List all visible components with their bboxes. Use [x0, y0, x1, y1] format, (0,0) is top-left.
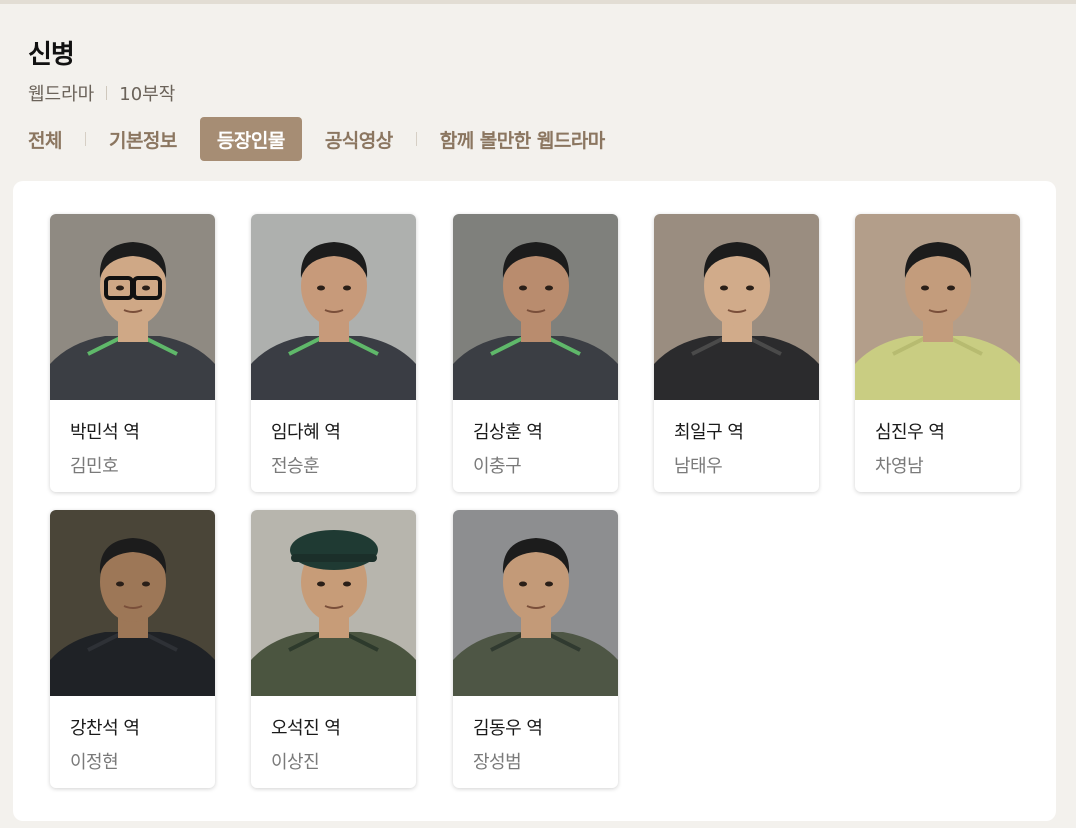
portrait-graphic: [654, 214, 819, 400]
role-name: 김상훈 역: [473, 422, 543, 443]
role-name: 김동우 역: [473, 718, 543, 739]
cast-card[interactable]: 최일구 역남태우: [654, 214, 819, 492]
cast-card[interactable]: 김상훈 역이충구: [453, 214, 618, 492]
tab-bar: 전체 기본정보 등장인물 공식영상 함께 볼만한 웹드라마: [28, 117, 605, 161]
episodes-label: 10부작: [119, 84, 176, 105]
cast-photo: [855, 214, 1020, 400]
cast-card[interactable]: 임다혜 역전승훈: [251, 214, 416, 492]
role-name: 오석진 역: [271, 718, 341, 739]
tab-official-videos[interactable]: 공식영상: [325, 117, 393, 161]
cast-panel: 박민석 역 김민호 임다혜 역 전승훈 김상훈 역 이충구 최일구 역 남태우 심진우 역 차영남…: [13, 181, 1056, 821]
cast-card[interactable]: 심진우 역차영남: [855, 214, 1020, 492]
portrait-graphic: [251, 214, 416, 400]
cast-card[interactable]: 김동우 역장성범: [453, 510, 618, 788]
portrait-graphic: [453, 214, 618, 400]
cast-photo: [453, 214, 618, 400]
actor-name: 김민호: [70, 456, 119, 477]
cast-card[interactable]: 박민석 역김민호: [50, 214, 215, 492]
top-border: [0, 0, 1076, 4]
actor-name: 이충구: [473, 456, 522, 477]
cast-photo: [50, 214, 215, 400]
role-name: 심진우 역: [875, 422, 945, 443]
header: 신병: [28, 34, 75, 71]
cast-card[interactable]: 오석진 역이상진: [251, 510, 416, 788]
portrait-graphic: [50, 214, 215, 400]
cast-card[interactable]: 강찬석 역이정현: [50, 510, 215, 788]
portrait-graphic: [50, 510, 215, 696]
tab-characters[interactable]: 등장인물: [199, 117, 302, 161]
portrait-graphic: [855, 214, 1020, 400]
page-title: 신병: [28, 40, 75, 70]
actor-name: 남태우: [674, 456, 723, 477]
meta-divider: [106, 86, 108, 100]
tab-recommended[interactable]: 함께 볼만한 웹드라마: [440, 117, 606, 161]
role-name: 박민석 역: [70, 422, 140, 443]
tab-divider: [415, 132, 417, 146]
cast-photo: [453, 510, 618, 696]
portrait-graphic: [251, 510, 416, 696]
actor-name: 장성범: [473, 752, 522, 773]
cast-photo: [654, 214, 819, 400]
role-name: 강찬석 역: [70, 718, 140, 739]
actor-name: 전승훈: [271, 456, 320, 477]
tab-basic-info[interactable]: 기본정보: [109, 117, 177, 161]
cast-photo: [251, 510, 416, 696]
actor-name: 이정현: [70, 752, 119, 773]
tab-divider: [84, 132, 86, 146]
category-label: 웹드라마: [28, 84, 95, 105]
portrait-graphic: [453, 510, 618, 696]
cast-photo: [50, 510, 215, 696]
tab-all[interactable]: 전체: [28, 117, 62, 161]
actor-name: 차영남: [875, 456, 924, 477]
actor-name: 이상진: [271, 752, 320, 773]
role-name: 임다혜 역: [271, 422, 341, 443]
role-name: 최일구 역: [674, 422, 744, 443]
meta-info: 웹드라마 10부작: [28, 80, 175, 106]
cast-photo: [251, 214, 416, 400]
